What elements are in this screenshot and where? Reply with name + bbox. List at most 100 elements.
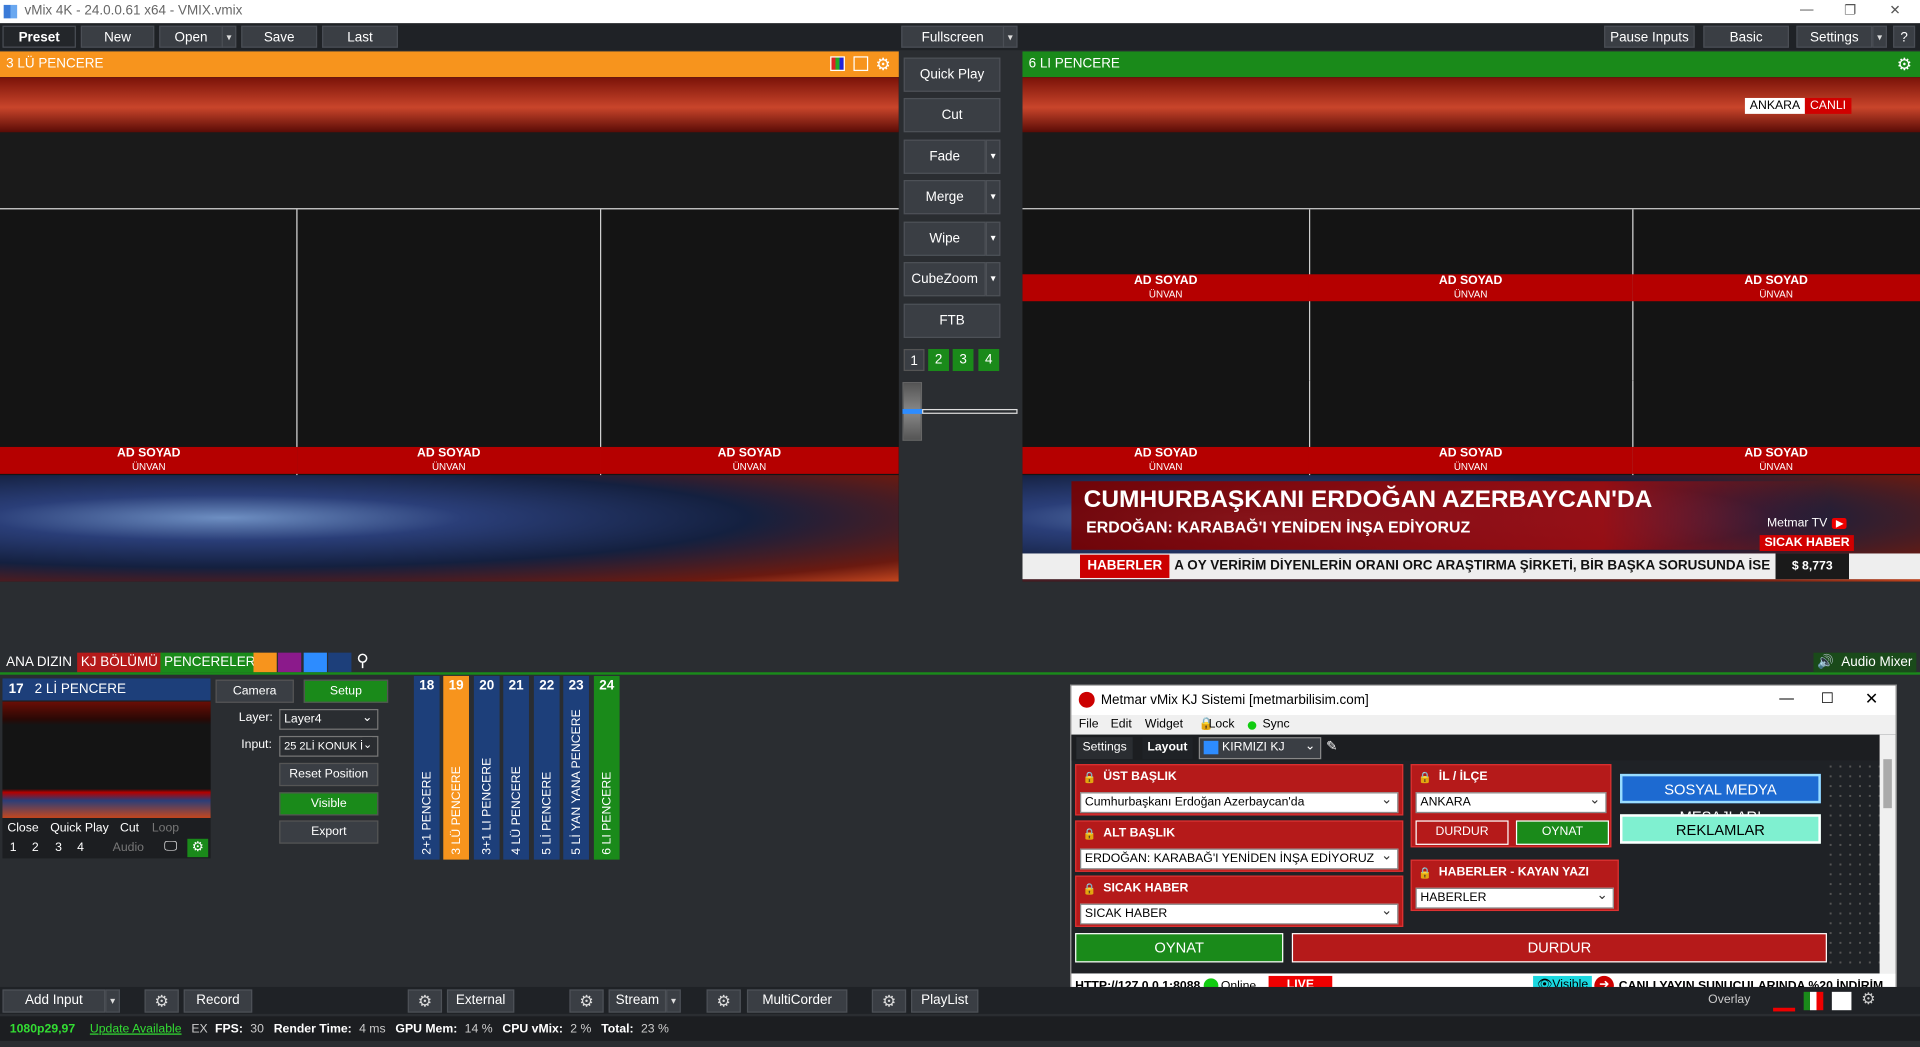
input-overlay-4[interactable]: 4 — [77, 841, 84, 854]
window-icon[interactable] — [853, 56, 869, 72]
overlay-grid-icon[interactable] — [1803, 991, 1824, 1011]
maximize-icon[interactable]: ☐ — [1821, 689, 1834, 706]
stream-gear-icon[interactable]: ⚙ — [569, 989, 604, 1013]
input-loop-button[interactable]: Loop — [152, 822, 179, 835]
haberler-select[interactable]: HABERLER — [1415, 887, 1614, 909]
fade-dropdown-icon[interactable]: ▾ — [985, 139, 1001, 174]
output-monitor[interactable]: ANKARA CANLI AD SOYAD ÜNVAN AD SOYAD ÜNV… — [1022, 77, 1920, 582]
fade-button[interactable]: Fade — [903, 139, 986, 174]
visible-button[interactable]: Visible — [279, 792, 379, 816]
tab-kj-bolumu[interactable]: KJ BÖLÜMÜ — [77, 652, 162, 673]
wipe-button[interactable]: Wipe — [903, 221, 986, 256]
input-quick-play-button[interactable]: Quick Play — [50, 822, 109, 835]
add-input-button[interactable]: Add Input — [2, 989, 106, 1013]
multicorder-button[interactable]: MultiCorder — [746, 989, 848, 1013]
close-icon[interactable]: ✕ — [1865, 689, 1878, 709]
playlist-gear-icon[interactable]: ⚙ — [871, 989, 907, 1013]
overlay-layout-icon[interactable] — [1831, 991, 1852, 1011]
monitor-icon[interactable]: 🖵 — [164, 839, 177, 855]
kj-tab-settings[interactable]: Settings — [1076, 737, 1133, 760]
input-select[interactable]: 25 2Lİ KONUK İ ⌄ — [279, 735, 379, 757]
preview-monitor[interactable]: AD SOYAD ÜNVAN AD SOYAD ÜNVAN AD SOYAD Ü… — [0, 77, 899, 582]
menu-sync[interactable]: Sync — [1262, 718, 1289, 731]
input-tile-21[interactable]: 21 4 LÜ PENCERE — [503, 675, 529, 860]
il-ilce-stop-button[interactable]: DURDUR — [1415, 820, 1509, 845]
input-tile-23[interactable]: 23 5 Lİ YAN YANA PENCERE — [563, 675, 589, 860]
new-button[interactable]: New — [80, 25, 155, 48]
close-icon[interactable]: ✕ — [1889, 2, 1900, 19]
color-swatch-navy[interactable] — [328, 652, 352, 673]
basic-button[interactable]: Basic — [1703, 25, 1789, 48]
help-button[interactable]: ? — [1893, 25, 1916, 48]
cubezoom-dropdown-icon[interactable]: ▾ — [985, 262, 1001, 297]
layer-select[interactable]: Layer4 ⌄ — [279, 708, 379, 730]
gear-icon[interactable]: ⚙ — [1897, 51, 1912, 77]
sosyal-medya-button[interactable]: SOSYAL MEDYA MESAJLARI — [1620, 773, 1821, 825]
wipe-dropdown-icon[interactable]: ▾ — [985, 221, 1001, 256]
kj-play-button[interactable]: OYNAT — [1075, 933, 1284, 963]
input-thumbnail[interactable] — [2, 701, 211, 818]
minimize-icon[interactable]: — — [1779, 689, 1794, 706]
open-button[interactable]: Open — [159, 25, 223, 48]
color-swatch-orange[interactable] — [253, 652, 277, 673]
transition-4-button[interactable]: 4 — [978, 348, 1000, 372]
menu-file[interactable]: File — [1079, 718, 1099, 731]
gear-icon[interactable]: ⚙ — [187, 838, 209, 858]
fullscreen-dropdown-icon[interactable]: ▾ — [1002, 25, 1018, 48]
color-swatch-purple[interactable] — [277, 652, 302, 673]
merge-button[interactable]: Merge — [903, 180, 986, 215]
overlay-red-icon[interactable] — [1773, 992, 1796, 1012]
input-tile-24[interactable]: 24 6 LI PENCERE — [593, 675, 620, 860]
preset-button[interactable]: Preset — [2, 25, 76, 48]
export-button[interactable]: Export — [279, 820, 379, 844]
external-button[interactable]: External — [446, 989, 515, 1013]
color-swatch-blue[interactable] — [303, 652, 327, 673]
gear-icon[interactable]: ⚙ — [876, 51, 891, 77]
input-overlay-1[interactable]: 1 — [10, 841, 17, 854]
kj-theme-select[interactable]: KIRMIZI KJ ⌄ — [1198, 737, 1322, 760]
menu-widget[interactable]: Widget — [1145, 718, 1183, 731]
quick-play-button[interactable]: Quick Play — [903, 57, 1001, 92]
transition-1-button[interactable]: 1 — [903, 348, 925, 372]
restore-icon[interactable]: ❐ — [1844, 2, 1856, 19]
input-audio-button[interactable]: Audio — [113, 841, 144, 854]
open-dropdown-icon[interactable]: ▾ — [221, 25, 237, 48]
tab-pencereler[interactable]: PENCERELER — [160, 652, 260, 673]
input-tile-22[interactable]: 22 5 Lİ PENCERE — [533, 675, 560, 860]
merge-dropdown-icon[interactable]: ▾ — [985, 180, 1001, 215]
update-available-link[interactable]: Update Available — [90, 1022, 182, 1035]
sicak-haber-select[interactable]: SICAK HABER — [1080, 902, 1399, 925]
overlay-gear-icon[interactable]: ⚙ — [1861, 989, 1875, 1009]
tab-ana-dizin[interactable]: ANA DIZIN — [2, 653, 75, 673]
stream-button[interactable]: Stream — [608, 989, 667, 1013]
kj-scrollbar-thumb[interactable] — [1883, 759, 1892, 809]
minimize-icon[interactable]: — — [1800, 2, 1813, 17]
tab-audio-mixer[interactable]: 🔊 Audio Mixer — [1813, 652, 1917, 673]
input-tile-19[interactable]: 19 3 LÜ PENCERE — [443, 675, 469, 860]
kj-scrollbar[interactable] — [1879, 734, 1896, 974]
search-icon[interactable]: ⚲ — [356, 650, 369, 671]
cut-button[interactable]: Cut — [903, 97, 1001, 133]
add-input-dropdown-icon[interactable]: ▾ — [105, 989, 121, 1013]
record-gear-icon[interactable]: ⚙ — [144, 989, 179, 1013]
camera-button[interactable]: Camera — [215, 679, 294, 703]
il-ilce-select[interactable]: ANKARA — [1415, 791, 1607, 814]
kj-tab-layout[interactable]: Layout — [1142, 737, 1193, 760]
pencil-icon[interactable]: ✎ — [1326, 738, 1337, 755]
menu-lock[interactable]: Lock — [1209, 718, 1235, 731]
ust-baslik-select[interactable]: Cumhurbaşkanı Erdoğan Azerbaycan'da — [1080, 791, 1399, 814]
cubezoom-button[interactable]: CubeZoom — [903, 262, 986, 297]
transition-3-button[interactable]: 3 — [952, 348, 974, 372]
settings-button[interactable]: Settings — [1796, 25, 1873, 48]
playlist-button[interactable]: PlayList — [911, 989, 979, 1013]
input-overlay-2[interactable]: 2 — [32, 841, 39, 854]
overlay-label[interactable]: Overlay — [1708, 993, 1750, 1006]
multicorder-gear-icon[interactable]: ⚙ — [706, 989, 741, 1013]
color-icon[interactable] — [830, 56, 845, 72]
fullscreen-button[interactable]: Fullscreen — [901, 25, 1005, 48]
transition-2-button[interactable]: 2 — [928, 348, 949, 372]
input-overlay-3[interactable]: 3 — [55, 841, 62, 854]
record-button[interactable]: Record — [183, 989, 253, 1013]
stream-dropdown-icon[interactable]: ▾ — [666, 989, 681, 1013]
external-gear-icon[interactable]: ⚙ — [407, 989, 443, 1013]
